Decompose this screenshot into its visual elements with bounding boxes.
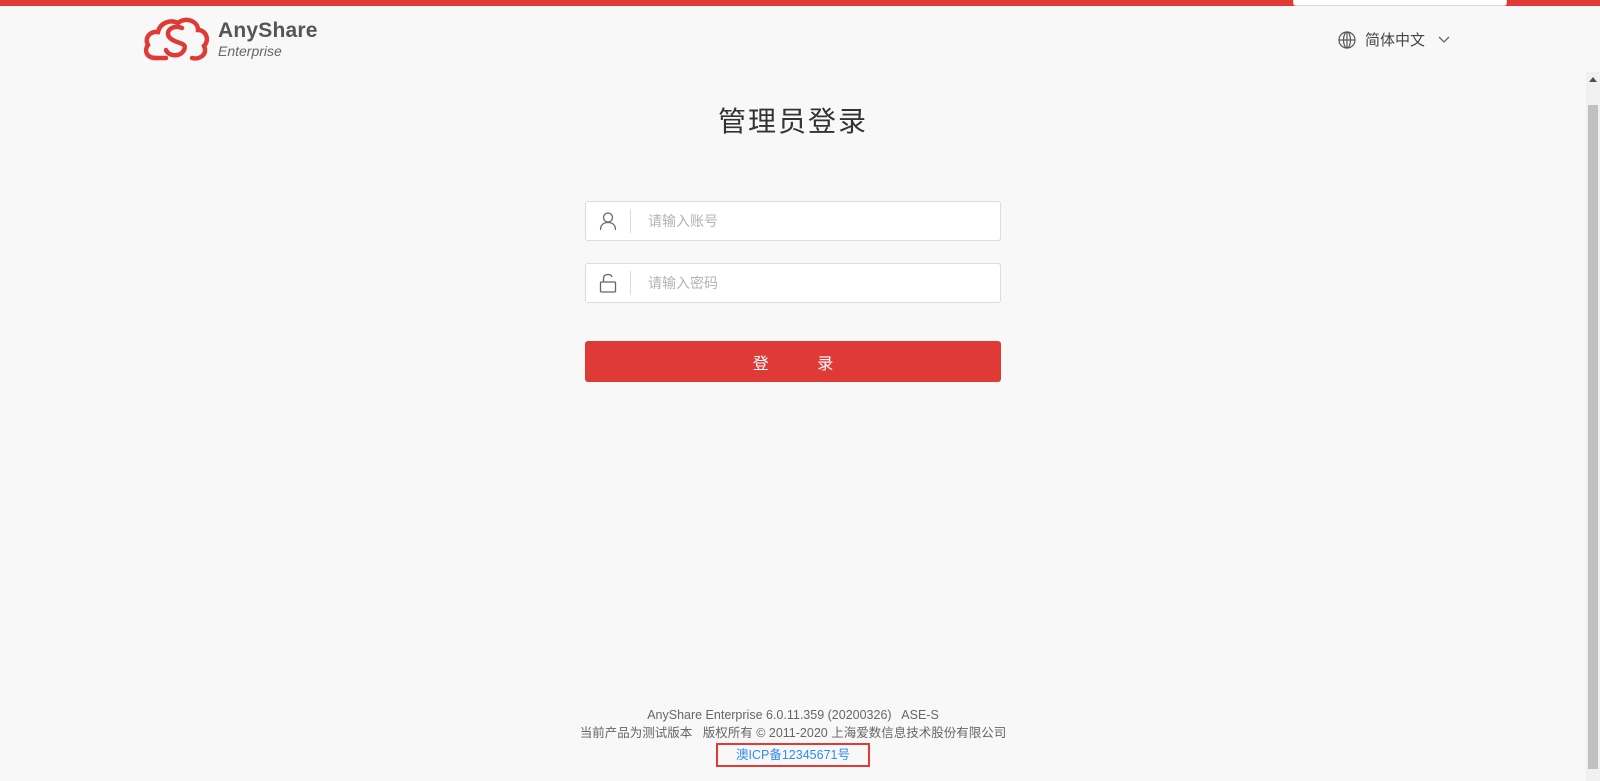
chevron-down-icon bbox=[1438, 36, 1450, 43]
anyshare-logo-icon bbox=[143, 17, 210, 61]
lock-icon bbox=[599, 273, 617, 293]
lock-icon-wrap bbox=[586, 271, 631, 295]
icp-link[interactable]: 澳ICP备12345671号 bbox=[736, 748, 850, 762]
version-text: AnyShare Enterprise 6.0.11.359 (20200326… bbox=[647, 708, 939, 722]
footer: AnyShare Enterprise 6.0.11.359 (20200326… bbox=[0, 706, 1586, 767]
icp-highlight-box: 澳ICP备12345671号 bbox=[716, 743, 870, 767]
page-title: 管理员登录 bbox=[717, 106, 868, 137]
password-input[interactable] bbox=[631, 265, 1000, 301]
brand-edition: Enterprise bbox=[218, 43, 282, 59]
user-icon-wrap bbox=[586, 209, 631, 233]
account-field[interactable] bbox=[585, 201, 1001, 241]
scroll-thumb[interactable] bbox=[1588, 105, 1598, 769]
brand-name: AnyShare bbox=[218, 19, 318, 42]
brand-logo: AnyShare Enterprise bbox=[142, 14, 318, 64]
login-button[interactable]: 登 录 bbox=[585, 341, 1001, 382]
scroll-up-arrow-icon[interactable] bbox=[1586, 72, 1600, 86]
user-icon bbox=[599, 212, 617, 231]
copyright-text: 当前产品为测试版本 版权所有 © 2011-2020 上海爱数信息技术股份有限公… bbox=[579, 726, 1007, 740]
password-field[interactable] bbox=[585, 263, 1001, 303]
top-popup-edge bbox=[1293, 0, 1507, 6]
language-label: 简体中文 bbox=[1365, 32, 1426, 49]
globe-icon bbox=[1338, 30, 1356, 49]
account-input[interactable] bbox=[631, 203, 1000, 239]
language-selector[interactable]: 简体中文 bbox=[1338, 29, 1450, 50]
vertical-scrollbar[interactable] bbox=[1586, 72, 1600, 781]
